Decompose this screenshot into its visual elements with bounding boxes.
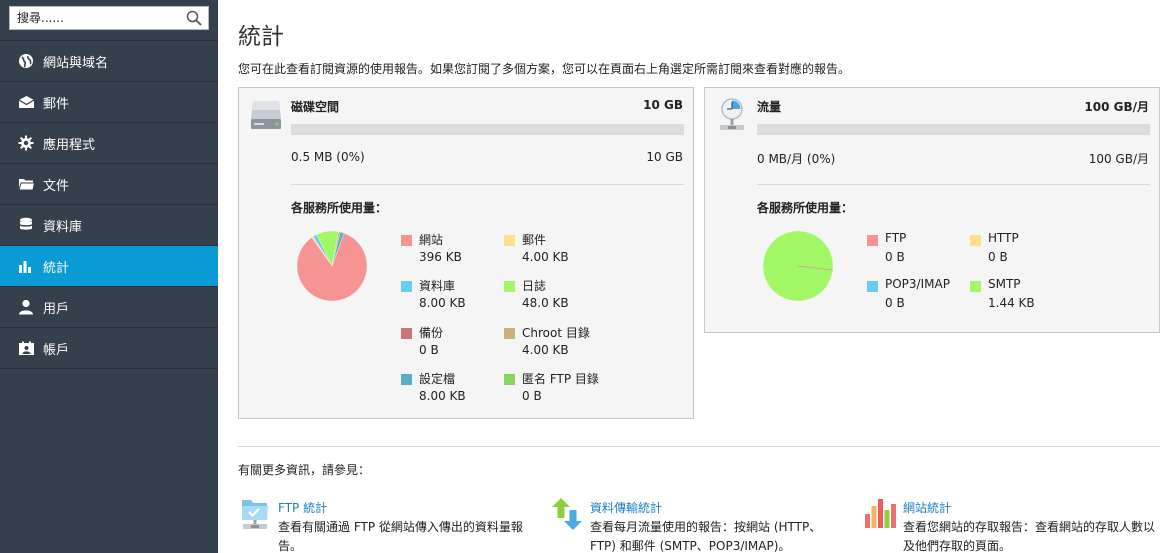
legend-value: 0 B	[885, 296, 905, 310]
legend-name: SMTP	[988, 277, 1021, 291]
bar-chart-icon	[17, 257, 35, 275]
sidebar-item-databases[interactable]: 資料庫	[0, 205, 218, 246]
web-stats-link[interactable]: 網站統計	[903, 499, 951, 516]
web-stats-bars-icon	[863, 496, 897, 535]
traffic-card: 流量 100 GB/月 0 MB/月 (0%) 100 GB/月 各服務所使用量…	[704, 87, 1160, 333]
user-icon	[17, 298, 35, 316]
legend-value: 8.00 KB	[419, 296, 466, 310]
legend-swatch	[867, 235, 878, 246]
disk-usage-bar	[291, 124, 684, 135]
legend-name: HTTP	[988, 231, 1019, 245]
disk-separator	[291, 184, 684, 185]
sidebar-item-mail[interactable]: 郵件	[0, 82, 218, 123]
folder-icon	[17, 175, 35, 193]
search-box[interactable]	[9, 6, 209, 30]
sidebar-item-label: 用戶	[43, 301, 70, 317]
legend-swatch	[401, 281, 412, 292]
sidebar-item-label: 帳戶	[43, 342, 70, 358]
disk-used: 0.5 MB (0%)	[291, 150, 365, 164]
globe-icon	[17, 52, 35, 70]
legend-value: 0 B	[522, 389, 542, 403]
legend-name: 日誌	[522, 279, 547, 293]
traffic-total: 100 GB/月	[1084, 100, 1149, 114]
page-title: 統計	[238, 24, 284, 50]
sidebar-item-label: 郵件	[43, 96, 70, 112]
sidebar-item-label: 統計	[43, 260, 70, 276]
legend-swatch	[970, 235, 981, 246]
transfer-stats-desc: 查看每月流量使用的報告：按網站 (HTTP、FTP) 和郵件 (SMTP、POP…	[590, 520, 822, 553]
disk-space-card: 磁碟空間 10 GB 0.5 MB (0%) 10 GB 各服務所使用量： 網站…	[238, 87, 694, 419]
sidebar-item-applications[interactable]: 應用程式	[0, 123, 218, 164]
legend-name: 郵件	[522, 233, 547, 247]
disk-total: 10 GB	[643, 98, 683, 112]
more-info-label: 有關更多資訊，請參見：	[238, 463, 371, 477]
hard-drive-icon	[249, 97, 283, 136]
legend-name: POP3/IMAP	[885, 277, 950, 291]
legend-name: 設定檔	[419, 372, 456, 386]
sidebar-item-files[interactable]: 文件	[0, 164, 218, 205]
legend-name: FTP	[885, 231, 907, 245]
account-icon	[17, 339, 35, 357]
traffic-pie-chart	[762, 230, 834, 302]
legend-swatch	[504, 281, 515, 292]
sidebar-item-statistics[interactable]: 統計	[0, 246, 218, 287]
transfer-arrows-icon	[550, 496, 584, 535]
legend-value: 4.00 KB	[522, 343, 569, 357]
legend-swatch	[401, 328, 412, 339]
legend-swatch	[401, 374, 412, 385]
legend-value: 0 B	[988, 250, 1008, 264]
legend-value: 396 KB	[419, 250, 462, 264]
disk-quota: 10 GB	[646, 150, 683, 164]
ftp-stats-link[interactable]: FTP 統計	[278, 499, 327, 516]
sidebar-item-users[interactable]: 用戶	[0, 287, 218, 328]
transfer-stats-link[interactable]: 資料傳輸統計	[590, 499, 662, 516]
mail-icon	[17, 93, 35, 111]
traffic-usage-bar	[757, 124, 1150, 135]
section-divider	[238, 446, 1160, 447]
sidebar: 網站與域名 郵件 應用程式 文件 資料庫 統計 用戶	[0, 0, 218, 553]
legend-value: 1.44 KB	[988, 296, 1035, 310]
sidebar-item-label: 文件	[43, 178, 70, 194]
disk-services-label: 各服務所使用量：	[291, 201, 388, 215]
ftp-folder-icon	[238, 496, 272, 535]
traffic-clock-icon	[715, 97, 749, 136]
legend-name: 網站	[419, 233, 444, 247]
gear-icon	[17, 134, 35, 152]
legend-name: 備份	[419, 326, 444, 340]
sidebar-item-label: 應用程式	[43, 137, 96, 153]
legend-value: 48.0 KB	[522, 296, 569, 310]
disk-title: 磁碟空間	[291, 100, 340, 114]
database-icon	[17, 216, 35, 234]
traffic-quota: 100 GB/月	[1088, 152, 1149, 166]
main-content: 統計 您可在此查看訂閱資源的使用報告。如果您訂閱了多個方案，您可以在頁面右上角選…	[218, 0, 1160, 553]
ftp-stats-desc: 查看有關通過 FTP 從網站傳入傳出的資料量報告。	[278, 520, 523, 553]
legend-name: Chroot 目錄	[522, 326, 590, 340]
legend-swatch	[970, 281, 981, 292]
legend-value: 0 B	[885, 250, 905, 264]
sidebar-item-label: 資料庫	[43, 219, 83, 235]
legend-swatch	[401, 235, 412, 246]
legend-value: 0 B	[419, 343, 439, 357]
legend-swatch	[504, 235, 515, 246]
legend-swatch	[504, 328, 515, 339]
page-intro: 您可在此查看訂閱資源的使用報告。如果您訂閱了多個方案，您可以在頁面右上角選定所需…	[238, 62, 851, 76]
legend-swatch	[504, 374, 515, 385]
legend-name: 匿名 FTP 目錄	[522, 372, 599, 386]
traffic-used: 0 MB/月 (0%)	[757, 152, 836, 166]
web-stats-desc: 查看您網站的存取報告：查看網站的存取人數以及他們存取的頁面。	[903, 520, 1156, 553]
search-input[interactable]	[10, 7, 180, 29]
sidebar-item-account[interactable]: 帳戶	[0, 328, 218, 369]
legend-swatch	[867, 281, 878, 292]
sidebar-item-websites[interactable]: 網站與域名	[0, 41, 218, 82]
traffic-title: 流量	[757, 100, 782, 114]
legend-name: 資料庫	[419, 279, 456, 293]
sidebar-item-label: 網站與域名	[43, 55, 109, 71]
traffic-services-label: 各服務所使用量：	[757, 201, 854, 215]
disk-pie-chart	[296, 230, 368, 302]
traffic-separator	[757, 184, 1150, 185]
search-area	[0, 0, 218, 41]
legend-value: 4.00 KB	[522, 250, 569, 264]
search-icon[interactable]	[186, 10, 202, 29]
legend-value: 8.00 KB	[419, 389, 466, 403]
